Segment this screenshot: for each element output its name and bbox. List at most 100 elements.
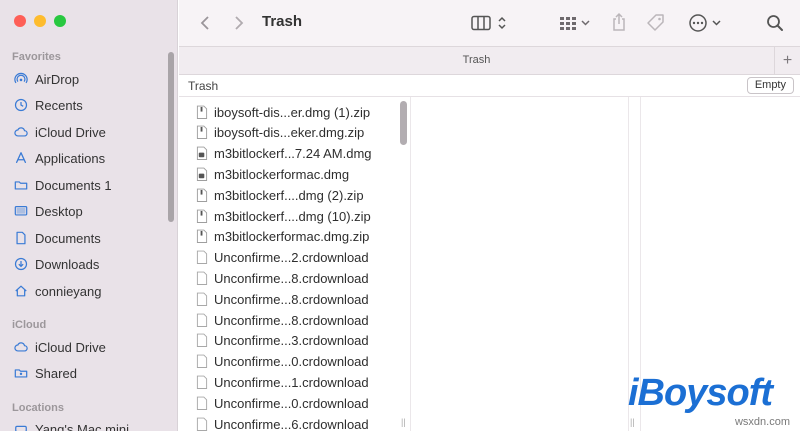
blank-file-icon <box>196 396 208 410</box>
download-icon <box>14 257 28 271</box>
zip-file-icon <box>196 209 208 223</box>
column-scrollbar[interactable] <box>400 101 407 145</box>
blank-file-icon <box>196 292 208 306</box>
sidebar-item-shared[interactable]: Shared <box>14 362 77 384</box>
new-tab-button[interactable]: + <box>774 47 800 74</box>
file-name: Unconfirme...8.crdownload <box>214 312 369 328</box>
zip-file-icon <box>196 125 208 140</box>
airdrop-icon <box>14 72 28 84</box>
dmg-file-icon <box>196 146 208 161</box>
file-row[interactable]: m3bitlockerformac.dmg <box>196 164 349 184</box>
grid-icon <box>559 17 576 30</box>
blank-file-icon <box>196 417 208 431</box>
file-row[interactable]: Unconfirme...3.crdownload <box>196 331 369 351</box>
sidebar-item-mac-mini[interactable]: Yang's Mac mini <box>14 418 129 431</box>
home-icon <box>15 285 27 297</box>
group-button[interactable] <box>555 13 593 33</box>
file-row[interactable]: Unconfirme...6.crdownload <box>196 414 369 431</box>
chevron-left-icon <box>200 16 209 30</box>
chevron-down-icon <box>580 20 590 26</box>
minimize-window-button[interactable] <box>34 15 46 27</box>
blank-file-icon <box>196 375 208 389</box>
sidebar-item-label: Yang's Mac mini <box>35 421 129 431</box>
sidebar-item-applications[interactable]: Applications <box>14 147 105 169</box>
zip-file-icon <box>196 188 208 202</box>
file-row[interactable]: m3bitlockerformac.dmg.zip <box>196 227 369 247</box>
zoom-window-button[interactable] <box>54 15 66 27</box>
tags-button[interactable] <box>644 12 668 34</box>
file-row[interactable]: m3bitlockerf....dmg (2).zip <box>196 185 364 205</box>
iboysoft-logo: iBoysoft <box>628 372 773 414</box>
file-row[interactable]: Unconfirme...8.crdownload <box>196 289 369 309</box>
column-resize-handle[interactable]: || <box>630 417 635 427</box>
file-row[interactable]: m3bitlockerf...7.24 AM.dmg <box>196 144 372 164</box>
sidebar-item-documents[interactable]: Documents <box>14 227 101 249</box>
column-resize-handle[interactable]: || <box>401 417 406 427</box>
window-title: Trash <box>262 13 303 30</box>
applications-icon <box>15 152 27 164</box>
columns-view-icon <box>471 15 491 31</box>
file-row[interactable]: Unconfirme...8.crdownload <box>196 268 369 288</box>
file-row[interactable]: Unconfirme...0.crdownload <box>196 352 369 372</box>
sidebar-item-label: Applications <box>35 150 106 166</box>
tab-bar: Trash + <box>179 46 800 75</box>
file-row[interactable]: Unconfirme...8.crdownload <box>196 310 369 330</box>
sidebar-item-label: Downloads <box>35 256 100 272</box>
blank-file-icon <box>196 250 208 265</box>
site-watermark: wsxdn.com <box>734 416 790 428</box>
search-icon <box>767 15 783 31</box>
empty-column <box>411 97 629 431</box>
sidebar-item-airdrop[interactable]: AirDrop <box>14 68 79 90</box>
blank-file-icon <box>196 333 208 348</box>
file-name: Unconfirme...3.crdownload <box>214 333 369 349</box>
cloud-icon <box>14 127 28 137</box>
file-row[interactable]: iboysoft-dis...eker.dmg.zip <box>196 123 364 143</box>
sidebar-item-label: Recents <box>35 97 83 113</box>
action-menu-button[interactable] <box>686 12 722 34</box>
file-row[interactable]: iboysoft-dis...er.dmg (1).zip <box>196 102 370 122</box>
dmg-file-icon <box>196 167 208 181</box>
blank-file-icon <box>196 271 208 285</box>
more-icon <box>688 14 707 32</box>
sidebar-section-favorites: Favorites <box>12 51 61 63</box>
zip-file-icon <box>196 105 208 119</box>
file-name: Unconfirme...2.crdownload <box>214 250 369 266</box>
sidebar-item-documents-1[interactable]: Documents 1 <box>14 174 112 196</box>
empty-trash-button[interactable]: Empty <box>746 77 794 94</box>
sidebar-item-label: iCloud Drive <box>35 124 106 140</box>
shared-folder-icon <box>14 369 28 378</box>
file-row[interactable]: Unconfirme...2.crdownload <box>196 248 369 268</box>
sidebar-item-icloud-drive-2[interactable]: iCloud Drive <box>14 336 106 358</box>
sidebar-item-label: Documents <box>35 230 101 246</box>
close-window-button[interactable] <box>14 15 26 27</box>
sidebar-section-icloud: iCloud <box>12 319 47 331</box>
file-name: Unconfirme...0.crdownload <box>214 354 369 370</box>
file-name: iboysoft-dis...er.dmg (1).zip <box>214 104 371 120</box>
file-row[interactable]: m3bitlockerf....dmg (10).zip <box>196 206 371 226</box>
tab-trash[interactable]: Trash <box>179 54 774 66</box>
back-button[interactable] <box>197 14 213 32</box>
chevron-right-icon <box>235 16 244 30</box>
window-controls <box>14 15 66 27</box>
file-row[interactable]: Unconfirme...1.crdownload <box>196 372 369 392</box>
sidebar-item-label: Shared <box>35 365 77 381</box>
sidebar-item-icloud-drive[interactable]: iCloud Drive <box>14 121 106 143</box>
sidebar-section-locations: Locations <box>12 402 64 414</box>
sidebar-item-recents[interactable]: Recents <box>14 94 83 116</box>
sidebar-scrollbar[interactable] <box>168 52 174 222</box>
file-row[interactable]: Unconfirme...0.crdownload <box>196 393 369 413</box>
path-bar: Trash Empty <box>179 75 800 97</box>
search-button[interactable] <box>764 12 786 34</box>
sidebar-item-desktop[interactable]: Desktop <box>14 200 83 222</box>
file-name: m3bitlockerf....dmg (10).zip <box>214 208 371 224</box>
forward-button[interactable] <box>231 14 247 32</box>
file-name: Unconfirme...0.crdownload <box>214 395 369 411</box>
file-name: Unconfirme...8.crdownload <box>214 270 369 286</box>
up-down-chevron-icon <box>498 16 506 30</box>
view-mode-button[interactable] <box>468 13 510 33</box>
sidebar-item-home[interactable]: connieyang <box>14 280 102 302</box>
sidebar-item-downloads[interactable]: Downloads <box>14 253 99 275</box>
sidebar-item-label: AirDrop <box>35 71 80 87</box>
share-button[interactable] <box>609 11 629 33</box>
sidebar-item-label: Documents 1 <box>35 177 112 193</box>
